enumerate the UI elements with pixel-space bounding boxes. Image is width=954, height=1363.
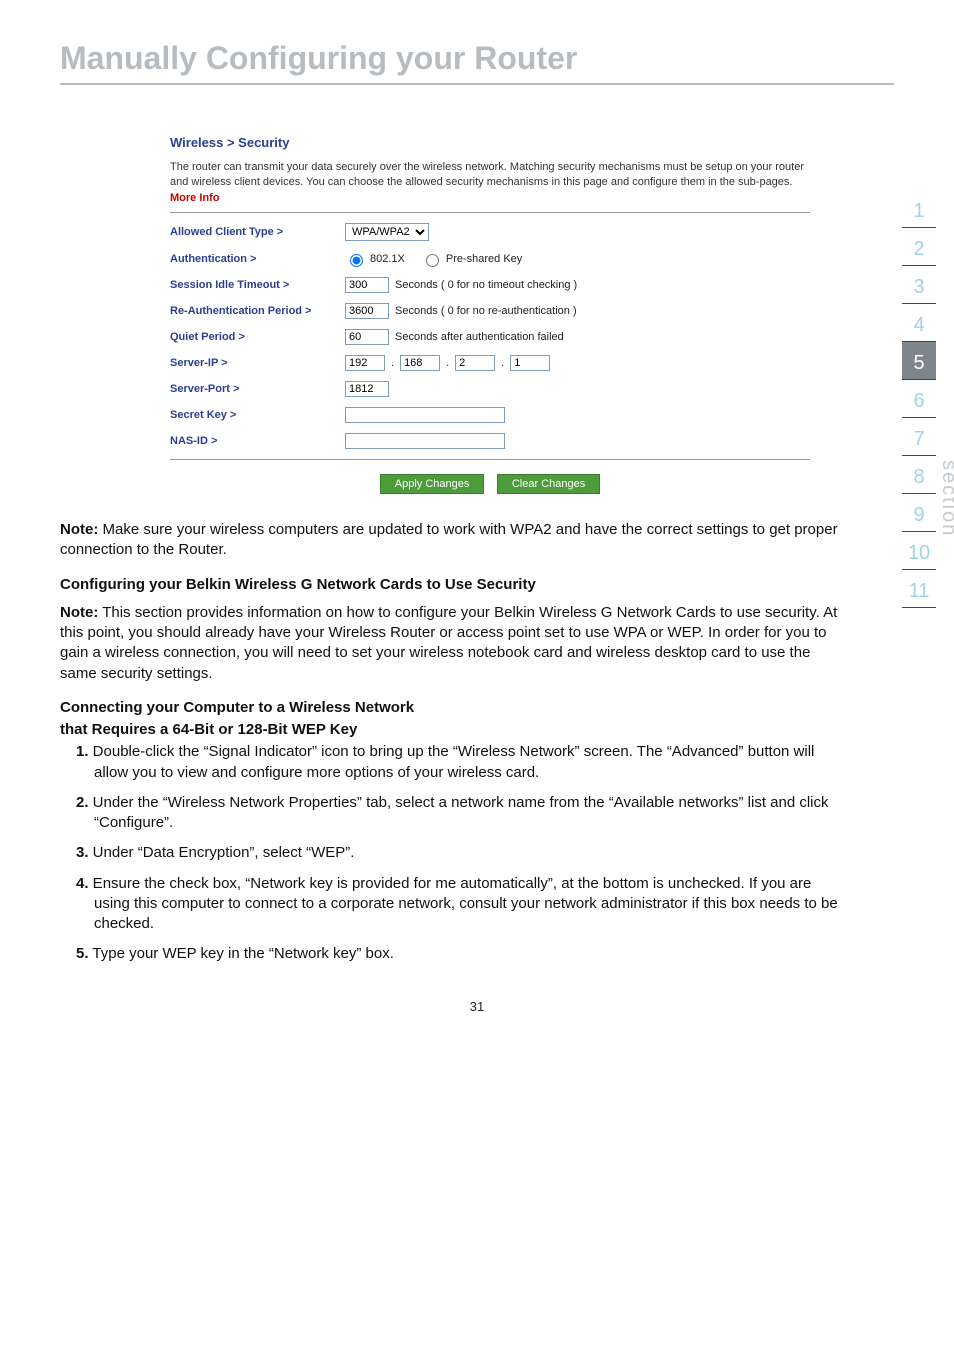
apply-button[interactable]: Apply Changes bbox=[380, 474, 485, 494]
side-nav-6[interactable]: 6 bbox=[902, 380, 936, 418]
quiet-label: Quiet Period > bbox=[170, 331, 345, 343]
clear-button[interactable]: Clear Changes bbox=[497, 474, 600, 494]
server-ip-d[interactable] bbox=[510, 355, 550, 371]
side-nav-8[interactable]: 8 bbox=[902, 456, 936, 494]
divider bbox=[170, 459, 810, 460]
step-2: 2. Under the “Wireless Network Propertie… bbox=[60, 793, 844, 834]
nas-id-label: NAS-ID > bbox=[170, 435, 345, 447]
step-3-text: Under “Data Encryption”, select “WEP”. bbox=[89, 844, 355, 861]
note2-text: This section provides information on how… bbox=[60, 604, 837, 682]
step-4-text: Ensure the check box, “Network key is pr… bbox=[89, 875, 838, 933]
more-info-link[interactable]: More Info bbox=[170, 192, 220, 204]
heading-connect-a: Connecting your Computer to a Wireless N… bbox=[60, 698, 844, 718]
server-ip-b[interactable] bbox=[400, 355, 440, 371]
step-5-num: 5. bbox=[76, 945, 89, 962]
auth-psk-radio[interactable]: Pre-shared Key bbox=[421, 251, 522, 267]
side-nav-4[interactable]: 4 bbox=[902, 304, 936, 342]
side-section-label: section bbox=[937, 460, 954, 537]
session-timeout-label: Session Idle Timeout > bbox=[170, 279, 345, 291]
step-3-num: 3. bbox=[76, 844, 89, 861]
server-ip-a[interactable] bbox=[345, 355, 385, 371]
allowed-client-type-label: Allowed Client Type > bbox=[170, 226, 345, 238]
reauth-input[interactable] bbox=[345, 303, 389, 319]
auth-8021x-text: 802.1X bbox=[370, 253, 405, 265]
side-nav-3[interactable]: 3 bbox=[902, 266, 936, 304]
step-5-text: Type your WEP key in the “Network key” b… bbox=[89, 945, 394, 962]
secret-key-label: Secret Key > bbox=[170, 409, 345, 421]
document-body: Note: Make sure your wireless computers … bbox=[60, 520, 894, 965]
server-ip-label: Server-IP > bbox=[170, 357, 345, 369]
dot: . bbox=[391, 357, 394, 369]
heading-connect-b: that Requires a 64-Bit or 128-Bit WEP Ke… bbox=[60, 720, 844, 740]
authentication-label: Authentication > bbox=[170, 253, 345, 265]
step-2-num: 2. bbox=[76, 794, 89, 811]
dot: . bbox=[446, 357, 449, 369]
page-title: Manually Configuring your Router bbox=[60, 40, 894, 85]
auth-psk-text: Pre-shared Key bbox=[446, 253, 522, 265]
side-nav-9[interactable]: 9 bbox=[902, 494, 936, 532]
server-ip-c[interactable] bbox=[455, 355, 495, 371]
server-port-label: Server-Port > bbox=[170, 383, 345, 395]
step-1-text: Double-click the “Signal Indicator” icon… bbox=[89, 743, 815, 780]
reauth-hint: Seconds ( 0 for no re-authentication ) bbox=[395, 305, 577, 317]
session-timeout-input[interactable] bbox=[345, 277, 389, 293]
session-timeout-hint: Seconds ( 0 for no timeout checking ) bbox=[395, 279, 577, 291]
step-3: 3. Under “Data Encryption”, select “WEP”… bbox=[60, 843, 844, 863]
allowed-client-type-select[interactable]: WPA/WPA2 bbox=[345, 223, 429, 241]
dot: . bbox=[501, 357, 504, 369]
side-nav: 1 2 3 4 5 6 7 8 9 10 11 bbox=[902, 190, 936, 608]
quiet-input[interactable] bbox=[345, 329, 389, 345]
side-nav-10[interactable]: 10 bbox=[902, 532, 936, 570]
side-nav-11[interactable]: 11 bbox=[902, 570, 936, 608]
auth-8021x-radio[interactable]: 802.1X bbox=[345, 251, 405, 267]
page-number: 31 bbox=[60, 999, 894, 1014]
side-nav-5[interactable]: 5 bbox=[902, 342, 936, 380]
step-1-num: 1. bbox=[76, 743, 89, 760]
note2-label: Note: bbox=[60, 604, 98, 621]
step-5: 5. Type your WEP key in the “Network key… bbox=[60, 944, 844, 964]
step-4: 4. Ensure the check box, “Network key is… bbox=[60, 874, 844, 935]
note1-text: Make sure your wireless computers are up… bbox=[60, 521, 838, 558]
side-nav-7[interactable]: 7 bbox=[902, 418, 936, 456]
heading-config-cards: Configuring your Belkin Wireless G Netwo… bbox=[60, 575, 844, 595]
quiet-hint: Seconds after authentication failed bbox=[395, 331, 564, 343]
step-2-text: Under the “Wireless Network Properties” … bbox=[89, 794, 829, 831]
server-port-input[interactable] bbox=[345, 381, 389, 397]
side-nav-1[interactable]: 1 bbox=[902, 190, 936, 228]
panel-description: The router can transmit your data secure… bbox=[170, 160, 810, 206]
breadcrumb: Wireless > Security bbox=[170, 135, 810, 150]
step-4-num: 4. bbox=[76, 875, 89, 892]
steps-list: 1. Double-click the “Signal Indicator” i… bbox=[60, 742, 844, 964]
note1-label: Note: bbox=[60, 521, 98, 538]
secret-key-input[interactable] bbox=[345, 407, 505, 423]
nas-id-input[interactable] bbox=[345, 433, 505, 449]
panel-desc-text: The router can transmit your data secure… bbox=[170, 161, 804, 188]
auth-psk-input[interactable] bbox=[426, 254, 439, 267]
side-nav-2[interactable]: 2 bbox=[902, 228, 936, 266]
step-1: 1. Double-click the “Signal Indicator” i… bbox=[60, 742, 844, 783]
auth-8021x-input[interactable] bbox=[350, 254, 363, 267]
reauth-label: Re-Authentication Period > bbox=[170, 305, 345, 317]
divider bbox=[170, 212, 810, 213]
router-panel: Wireless > Security The router can trans… bbox=[170, 135, 810, 494]
